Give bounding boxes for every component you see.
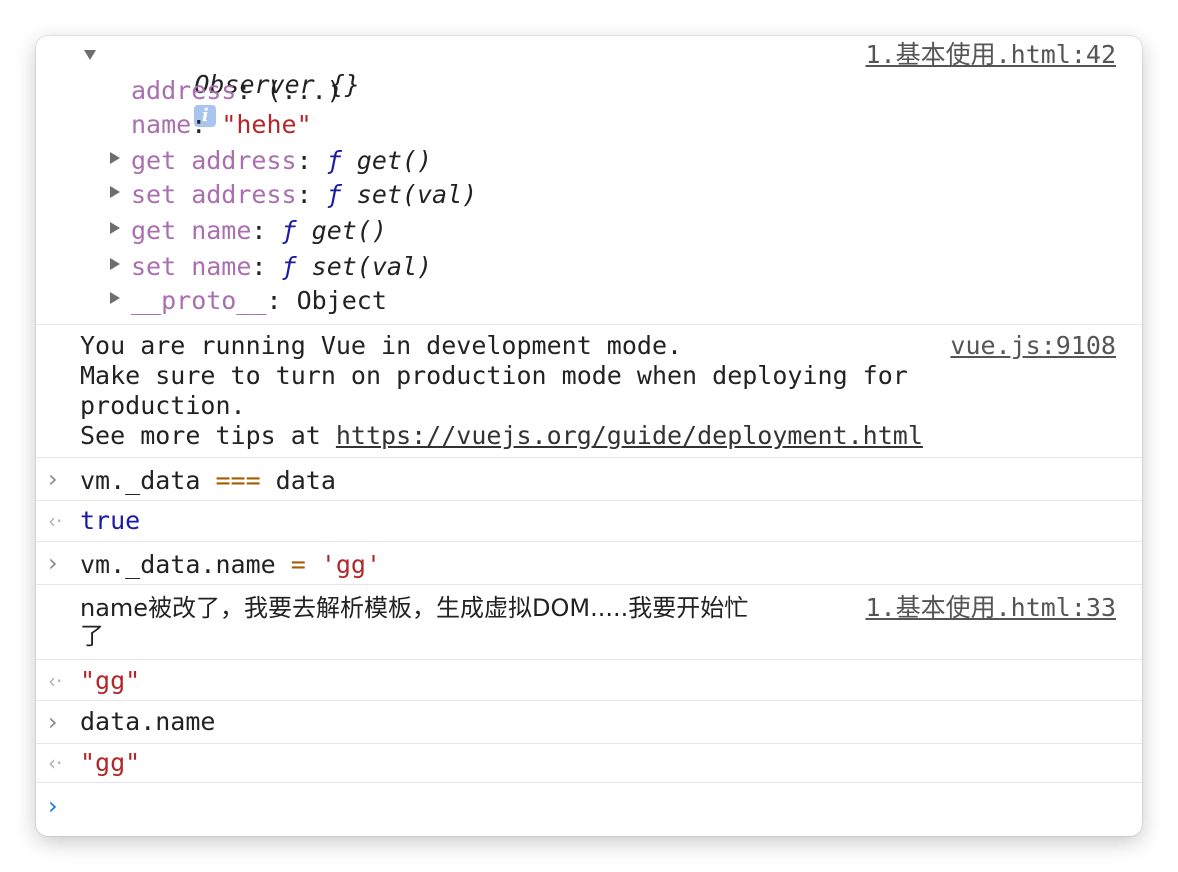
input-chevron-icon: › (48, 549, 58, 577)
log-message: 了 (80, 622, 104, 650)
expand-triangle-icon[interactable] (110, 258, 120, 270)
function-icon: ƒ (326, 180, 342, 209)
expand-triangle-icon[interactable] (110, 152, 120, 164)
function-icon: ƒ (281, 252, 297, 281)
vue-notice-entry: You are running Vue in development mode.… (36, 325, 1142, 458)
accessor-row[interactable]: get address: ƒ get() (131, 146, 432, 176)
result-value: true (80, 506, 141, 535)
input-expression[interactable]: data.name (80, 707, 215, 737)
input-expression[interactable]: vm._data === data (80, 466, 336, 496)
accessor-row[interactable]: set name: ƒ set(val) (131, 252, 432, 282)
result-chevron-icon: ‹· (48, 751, 63, 775)
input-chevron-icon: › (48, 465, 58, 493)
property-row: address: (...) (131, 76, 342, 105)
console-prompt[interactable]: › (36, 783, 1142, 836)
property-row: name: "hehe" (131, 110, 312, 139)
console-result-row: ‹· "gg" (36, 660, 1142, 701)
console-result-row: ‹· "gg" (36, 744, 1142, 783)
devtools-console: Observer {} i 1.基本使用.html:42 address: (.… (36, 36, 1142, 836)
source-link[interactable]: 1.基本使用.html:33 (865, 593, 1116, 623)
notice-line: production. (80, 391, 246, 420)
expand-triangle-icon[interactable] (84, 50, 96, 60)
console-input-row: › vm._data.name = 'gg' (36, 542, 1142, 585)
input-expression[interactable]: vm._data.name = 'gg' (80, 550, 381, 580)
expand-triangle-icon[interactable] (110, 186, 120, 198)
notice-line: See more tips at https://vuejs.org/guide… (80, 421, 923, 450)
result-chevron-icon: ‹· (48, 509, 63, 533)
result-value: "gg" (80, 748, 141, 777)
notice-line: You are running Vue in development mode. (80, 331, 683, 360)
function-icon: ƒ (326, 146, 342, 175)
result-chevron-icon: ‹· (48, 669, 63, 693)
function-icon: ƒ (281, 216, 297, 245)
expand-triangle-icon[interactable] (110, 292, 120, 304)
source-link[interactable]: 1.基本使用.html:42 (865, 40, 1116, 70)
console-log-entry: name被改了，我要去解析模板，生成虚拟DOM.....我要开始忙 1.基本使用… (36, 585, 1142, 660)
proto-row[interactable]: __proto__: Object (131, 286, 387, 316)
console-result-row: ‹· true (36, 501, 1142, 542)
accessor-row[interactable]: get name: ƒ get() (131, 216, 387, 246)
observer-log-entry: Observer {} i 1.基本使用.html:42 address: (.… (36, 36, 1142, 325)
console-input-row: › data.name (36, 701, 1142, 744)
result-value: "gg" (80, 666, 141, 695)
log-message: name被改了，我要去解析模板，生成虚拟DOM.....我要开始忙 (80, 594, 749, 622)
notice-line: Make sure to turn on production mode whe… (80, 361, 908, 390)
accessor-row[interactable]: set address: ƒ set(val) (131, 180, 477, 210)
console-input-row: › vm._data === data (36, 458, 1142, 501)
input-chevron-icon: › (48, 708, 58, 736)
prompt-chevron-icon: › (48, 792, 58, 820)
expand-triangle-icon[interactable] (110, 222, 120, 234)
source-link[interactable]: vue.js:9108 (950, 331, 1116, 361)
deployment-guide-link[interactable]: https://vuejs.org/guide/deployment.html (336, 421, 923, 450)
